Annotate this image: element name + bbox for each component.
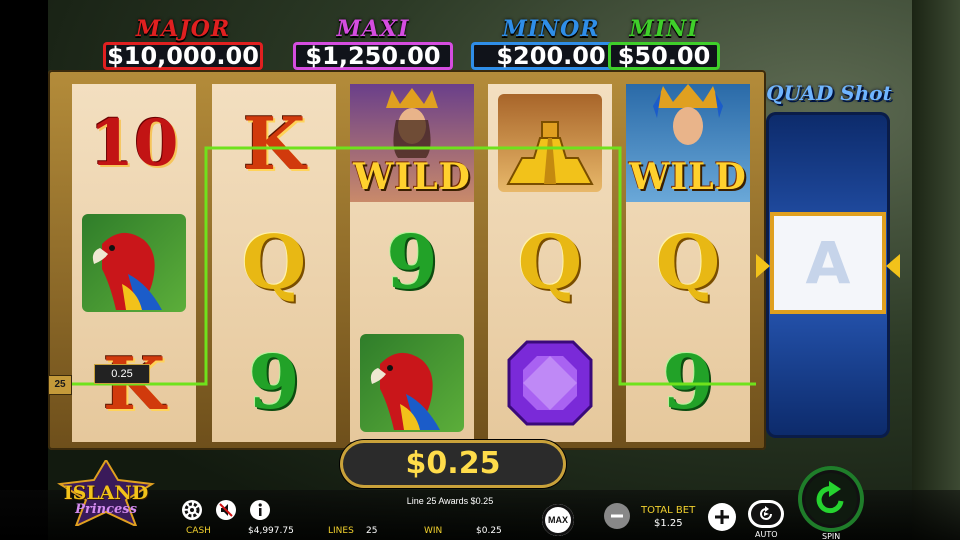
win-label: WIN xyxy=(424,526,443,536)
win-amount-display: $0.25 xyxy=(340,440,566,488)
autoplay-label: AUTO xyxy=(755,530,778,539)
sound-muted-icon xyxy=(219,503,233,517)
increase-bet-button[interactable] xyxy=(708,503,736,531)
autoplay-icon xyxy=(760,506,772,520)
total-bet-value: $1.25 xyxy=(654,518,683,529)
total-bet-label: TOTAL BET xyxy=(641,505,696,516)
max-bet-label: MAX xyxy=(548,515,568,525)
spin-arrow-icon xyxy=(816,481,844,514)
cash-value: $4,997.75 xyxy=(248,526,294,536)
spin-label: SPIN xyxy=(822,532,841,540)
autoplay-button[interactable] xyxy=(748,500,784,528)
lines-label: LINES xyxy=(328,526,354,536)
info-icon xyxy=(258,503,262,516)
quad-shot-panel: QUAD Shot A xyxy=(756,74,900,438)
quad-shot-title: QUAD Shot xyxy=(766,81,892,105)
max-bet-button[interactable]: MAX xyxy=(542,504,574,536)
payline-bet-label: 0.25 xyxy=(94,364,150,384)
pointer-right-icon xyxy=(886,254,900,278)
quad-shot-symbol: A xyxy=(805,229,851,297)
settings-button[interactable] xyxy=(182,500,202,520)
logo-line-1: ISLAND xyxy=(63,482,149,504)
island-princess-logo: ISLAND Princess xyxy=(56,460,156,526)
plus-icon xyxy=(715,510,729,524)
info-button[interactable] xyxy=(250,500,270,520)
quad-shot-reel: A xyxy=(766,112,890,438)
payline-number-badge: 25 xyxy=(48,375,72,395)
minus-icon xyxy=(611,514,623,518)
settings-gear-icon xyxy=(184,502,200,518)
lines-value: 25 xyxy=(366,526,378,536)
cash-label: CASH xyxy=(186,526,211,536)
game-stage: MAJOR $10,000.00 MAXI $1,250.00 MINOR $2… xyxy=(0,0,960,540)
sound-button[interactable] xyxy=(216,500,236,520)
decrease-bet-button[interactable] xyxy=(604,503,630,529)
pointer-left-icon xyxy=(756,254,770,278)
status-message: Line 25 Awards $0.25 xyxy=(406,496,494,506)
quad-shot-window: A xyxy=(770,212,886,314)
spin-button[interactable] xyxy=(798,466,864,532)
win-value: $0.25 xyxy=(476,526,502,536)
logo-line-2: Princess xyxy=(75,502,137,517)
